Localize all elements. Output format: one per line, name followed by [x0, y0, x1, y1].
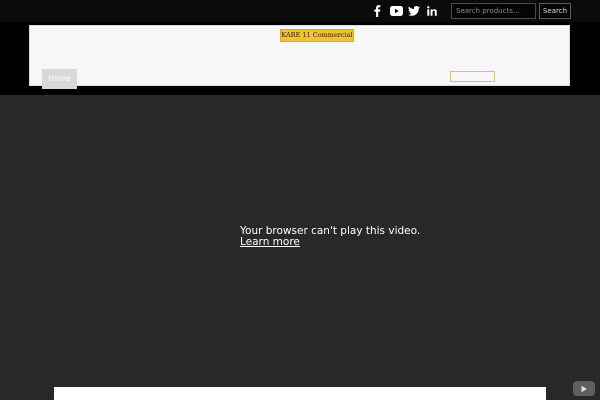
facebook-icon[interactable] [369, 3, 385, 19]
linkedin-icon[interactable] [424, 3, 440, 19]
content-card [54, 387, 546, 400]
youtube-icon[interactable] [573, 381, 595, 396]
search-input[interactable] [451, 3, 536, 19]
learn-more-link[interactable]: Learn more [240, 236, 300, 248]
youtube-icon[interactable] [388, 3, 404, 19]
nav-item-home[interactable]: Home [42, 69, 77, 89]
twitter-icon[interactable] [406, 3, 422, 19]
site-logo[interactable]: KARE 11 Commercial [280, 29, 354, 42]
search-button[interactable]: Search [539, 3, 571, 19]
nav-item-highlighted[interactable] [450, 71, 495, 82]
video-player[interactable] [0, 95, 600, 400]
top-bar: Search [0, 0, 600, 22]
